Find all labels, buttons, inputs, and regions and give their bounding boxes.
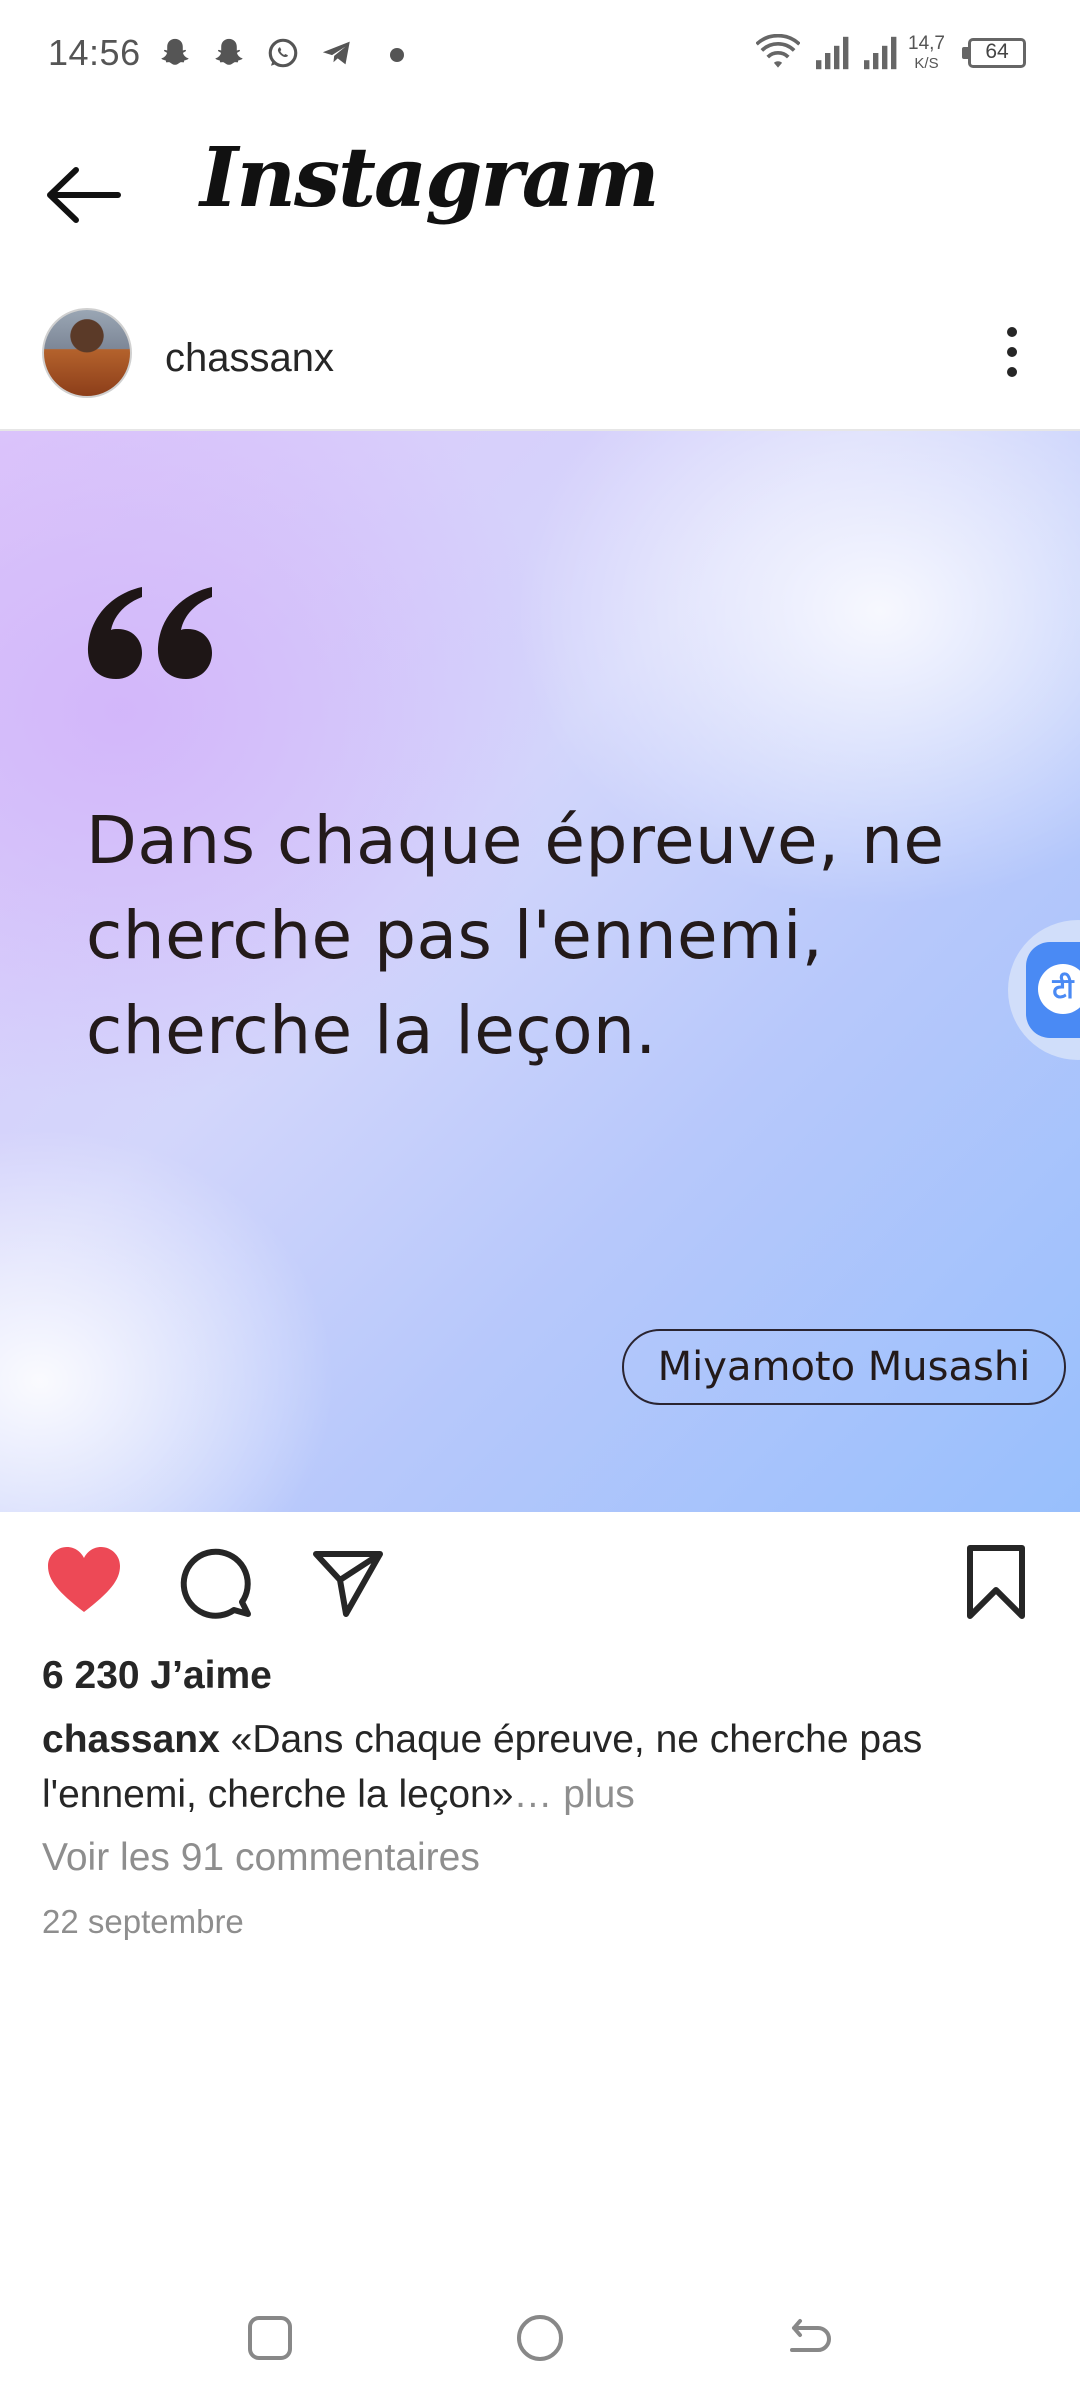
- quote-text: Dans chaque épreuve, ne cherche pas l'en…: [86, 802, 945, 1069]
- home-icon[interactable]: [510, 2308, 570, 2368]
- back-nav-icon[interactable]: [778, 2308, 838, 2368]
- post-username[interactable]: chassanx: [165, 336, 334, 381]
- translate-floating-button[interactable]: टी: [1008, 920, 1080, 1060]
- instagram-logo: Instagram: [200, 130, 660, 226]
- telegram-icon: [322, 41, 350, 65]
- save-bookmark-icon[interactable]: [956, 1542, 1036, 1622]
- battery-level: 64: [985, 40, 1009, 63]
- status-time: 14:56: [48, 32, 141, 73]
- avatar[interactable]: [42, 308, 132, 398]
- more-options-icon[interactable]: [990, 322, 1034, 382]
- snapchat-icon: [161, 38, 189, 65]
- comment-icon[interactable]: [176, 1542, 256, 1622]
- view-comments-link[interactable]: Voir les 91 commentaires: [42, 1836, 480, 1880]
- whatsapp-icon: [268, 38, 298, 68]
- post-image[interactable]: Dans chaque épreuve, ne cherche pas l'en…: [0, 431, 1080, 1512]
- wifi-icon: [756, 34, 800, 68]
- cell-signal-icon: [864, 36, 897, 70]
- post-caption[interactable]: chassanx «Dans chaque épreuve, ne cherch…: [42, 1712, 1042, 1822]
- caption-more-link[interactable]: … plus: [513, 1773, 634, 1816]
- post-date: 22 septembre: [42, 1903, 244, 1940]
- snapchat-icon: [215, 38, 243, 65]
- back-arrow-icon[interactable]: [40, 160, 130, 230]
- network-speed-value: 14,7: [908, 33, 945, 54]
- cell-signal-icon: [816, 36, 849, 70]
- share-send-icon[interactable]: [308, 1542, 388, 1622]
- status-bar: 14:56 14,7 K/S 64: [0, 0, 1080, 110]
- author-badge: Miyamoto Musashi: [622, 1329, 1066, 1405]
- likes-count[interactable]: 6 230 J’aime: [42, 1654, 272, 1698]
- network-speed-unit: K/S: [914, 55, 939, 72]
- quote-mark-icon: [87, 587, 212, 679]
- recent-apps-icon[interactable]: [240, 2308, 300, 2368]
- caption-username[interactable]: chassanx: [42, 1718, 220, 1761]
- network-speed: 14,7 K/S: [908, 34, 945, 74]
- more-notifications-dot: [390, 48, 404, 62]
- like-heart-icon[interactable]: [44, 1542, 124, 1622]
- translate-icon: टी: [1038, 964, 1080, 1014]
